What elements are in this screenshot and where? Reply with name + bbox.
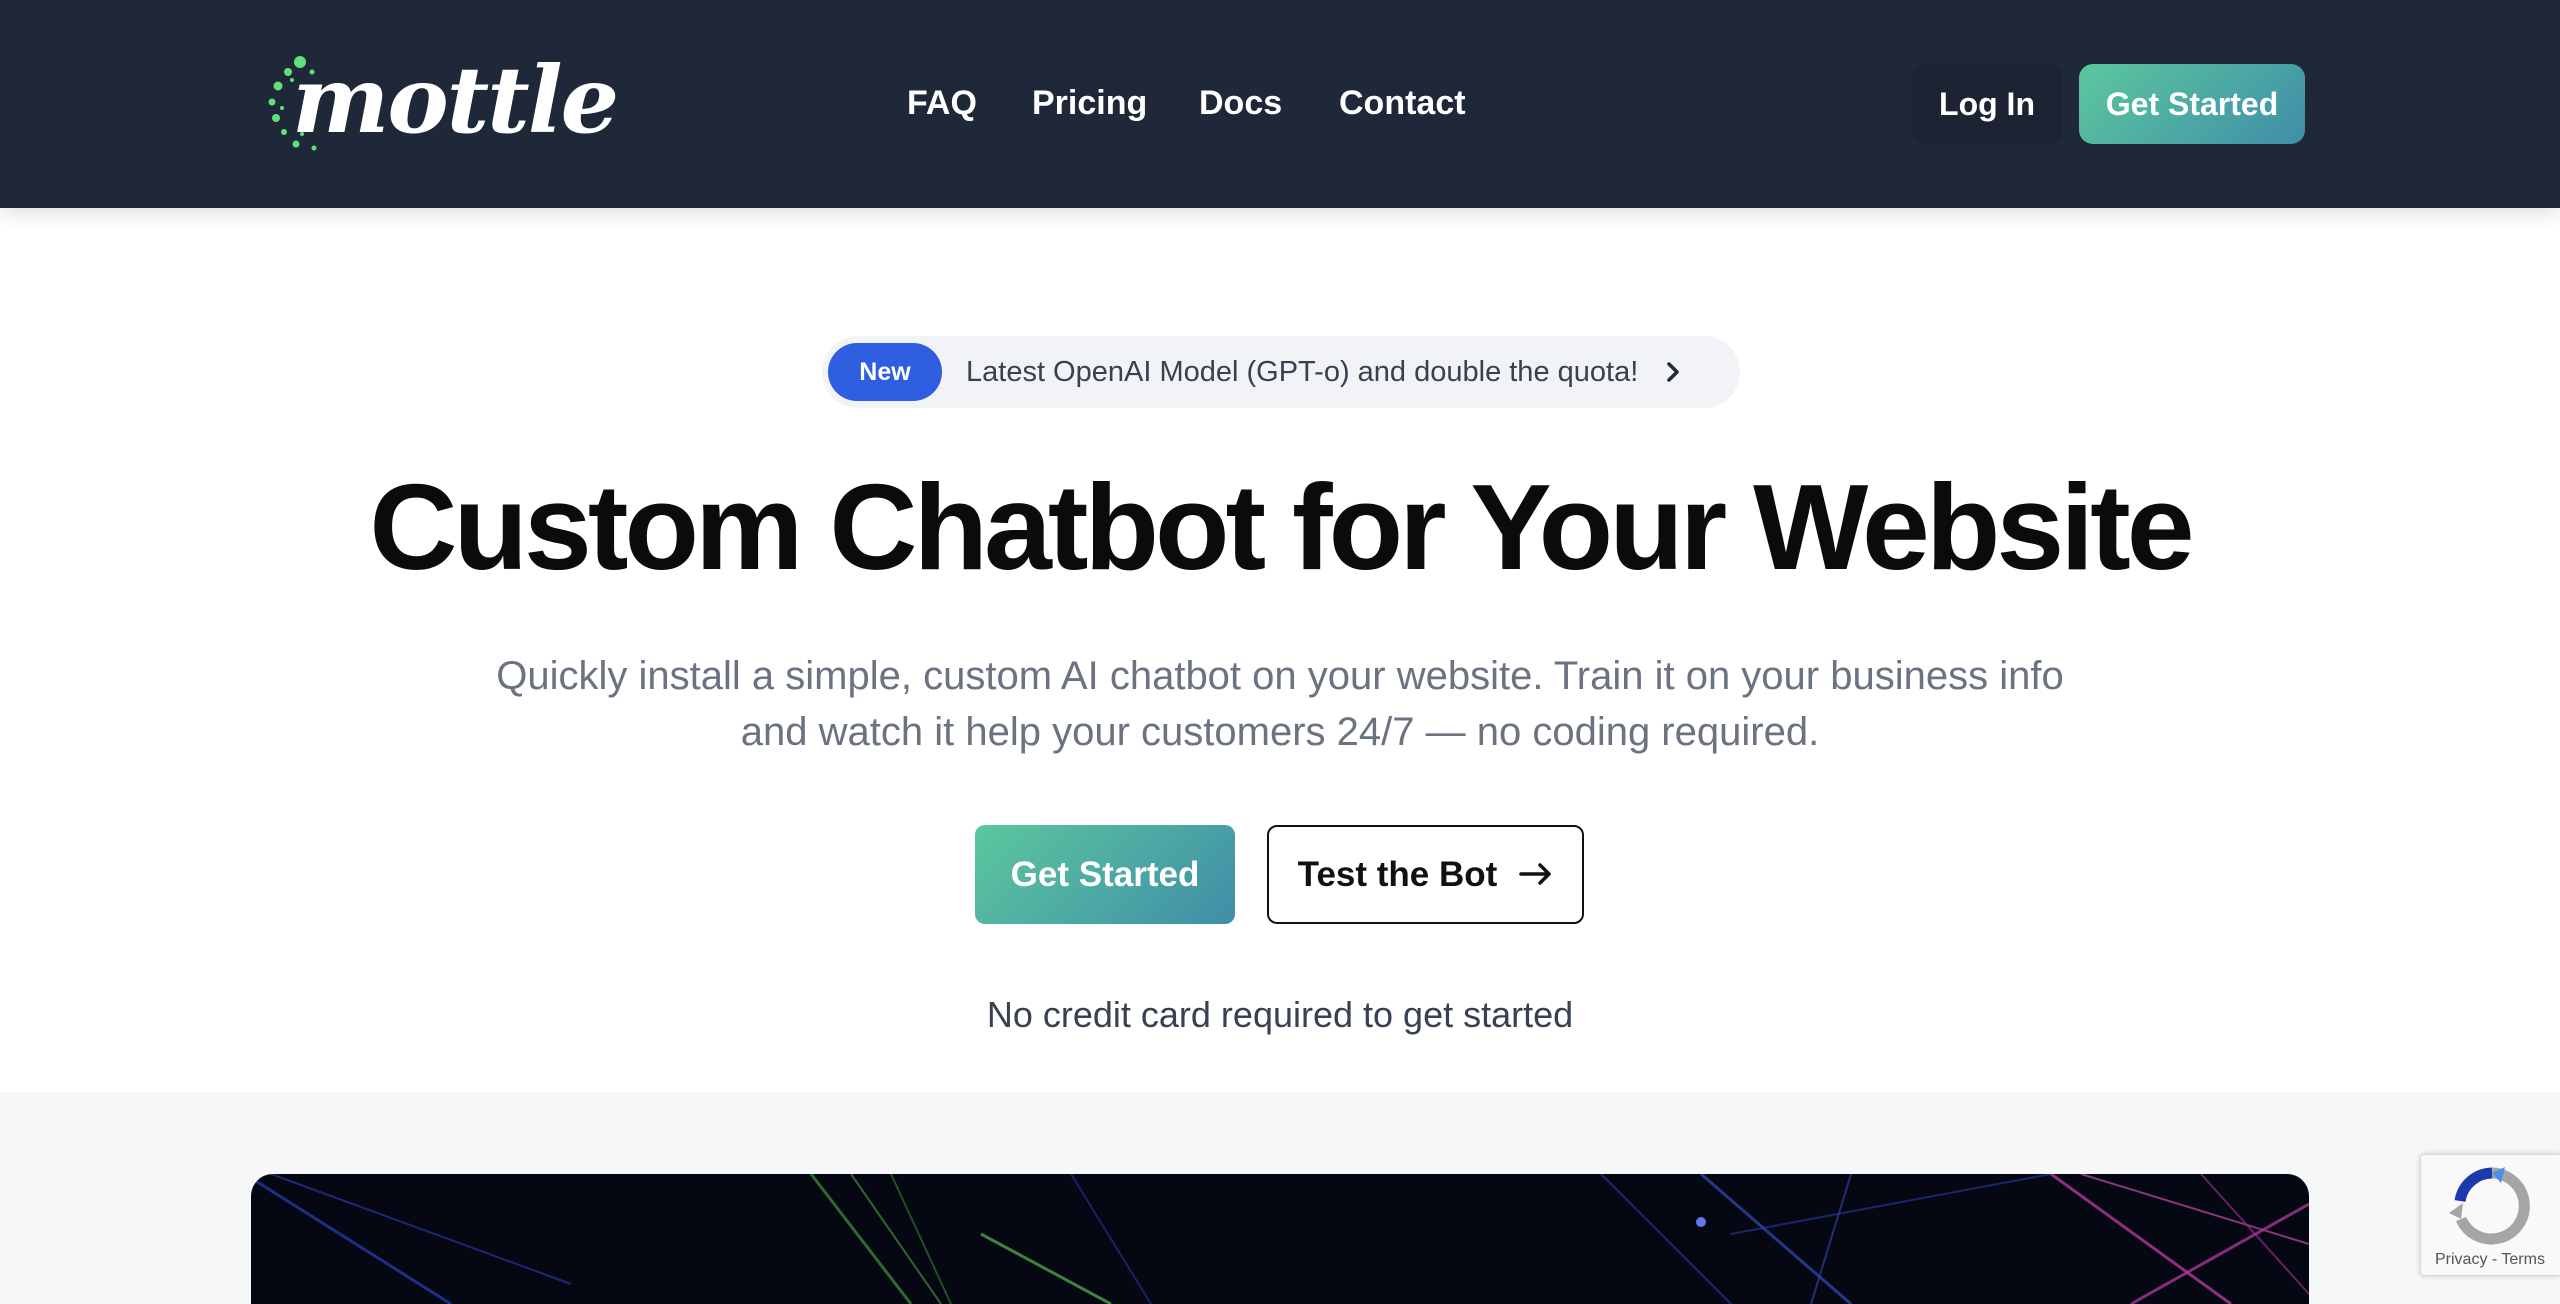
mottle-logo[interactable]: mottle bbox=[262, 50, 619, 160]
hero-subtitle: Quickly install a simple, custom AI chat… bbox=[496, 654, 2064, 754]
demo-video-card[interactable] bbox=[251, 1174, 2309, 1304]
hero-get-started-button[interactable]: Get Started bbox=[975, 825, 1235, 924]
recaptcha-icon bbox=[2449, 1167, 2530, 1245]
no-credit-card-note: No credit card required to get started bbox=[986, 994, 1574, 1035]
test-the-bot-label: Test the Bot bbox=[1297, 854, 1498, 894]
header-get-started-button[interactable]: Get Started bbox=[2079, 64, 2305, 144]
logo-wordmark: mottle bbox=[292, 46, 619, 154]
site-header: mottle FAQ Pricing Docs Contact Log In G… bbox=[0, 0, 2560, 208]
new-badge: New bbox=[828, 343, 942, 401]
nav-docs[interactable]: Docs bbox=[1199, 78, 1282, 128]
recaptcha-separator: - bbox=[2487, 1251, 2502, 1268]
chevron-right-icon bbox=[1664, 359, 1682, 385]
nav-pricing[interactable]: Pricing bbox=[1032, 78, 1147, 128]
test-the-bot-button[interactable]: Test the Bot bbox=[1267, 825, 1584, 924]
hero-title: Custom Chatbot for Your Website bbox=[369, 459, 2194, 595]
nav-faq[interactable]: FAQ bbox=[907, 78, 977, 128]
laser-background-image bbox=[251, 1174, 2309, 1304]
login-button[interactable]: Log In bbox=[1912, 64, 2062, 144]
recaptcha-privacy-link[interactable]: Privacy bbox=[2435, 1251, 2487, 1268]
announcement-text: Latest OpenAI Model (GPT-o) and double t… bbox=[966, 355, 1639, 388]
nav-contact[interactable]: Contact bbox=[1339, 78, 1466, 128]
arrow-right-icon bbox=[1519, 855, 1553, 895]
announcement-banner[interactable]: New Latest OpenAI Model (GPT-o) and doub… bbox=[822, 336, 1740, 408]
recaptcha-badge[interactable]: Privacy - Terms bbox=[2420, 1154, 2560, 1276]
recaptcha-terms-link[interactable]: Terms bbox=[2501, 1251, 2545, 1268]
